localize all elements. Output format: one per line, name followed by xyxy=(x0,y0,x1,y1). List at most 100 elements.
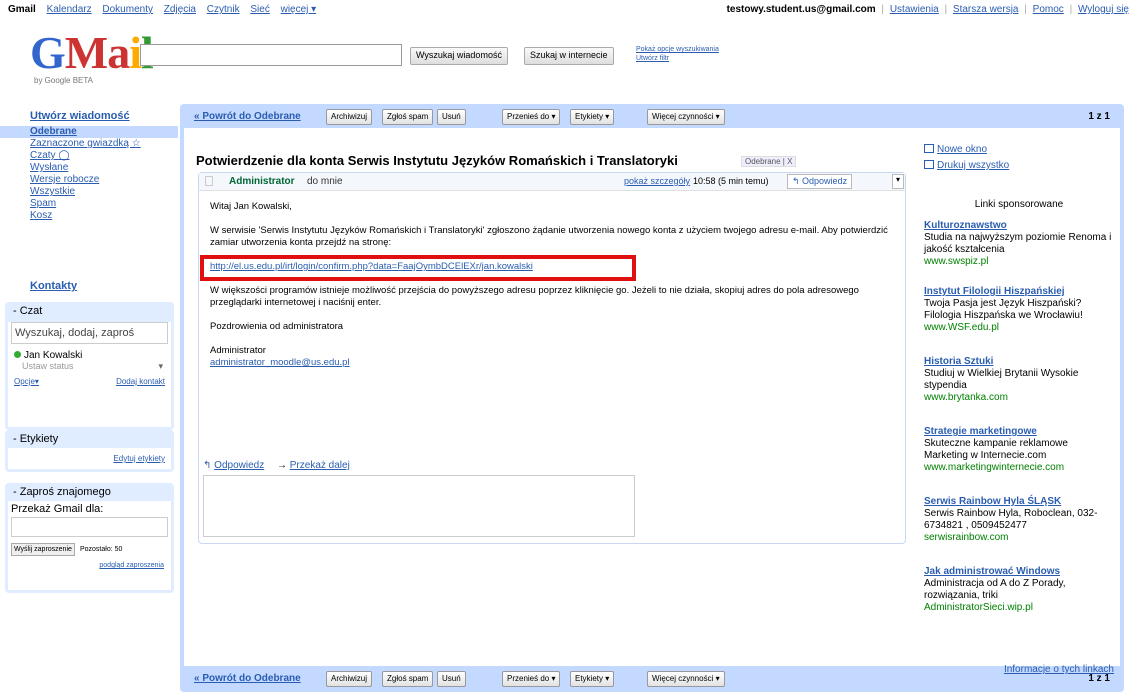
ad-url[interactable]: www.brytanka.com xyxy=(924,392,1114,404)
ad-item[interactable]: Jak administrować Windows Administracja … xyxy=(924,566,1114,614)
ad-item[interactable]: Strategie marketingowe Skuteczne kampani… xyxy=(924,426,1114,474)
message-view: Potwierdzenie dla konta Serwis Instytutu… xyxy=(184,128,1120,675)
ad-url[interactable]: www.swspiz.pl xyxy=(924,256,1114,268)
topbar-link-more[interactable]: więcej ▾ xyxy=(281,4,317,15)
account-email: testowy.student.us@gmail.com xyxy=(726,4,876,15)
labels-button[interactable]: Etykiety ▾ xyxy=(570,671,615,687)
ad-url[interactable]: serwisrainbow.com xyxy=(924,532,1114,544)
ad-title[interactable]: Jak administrować Windows xyxy=(924,566,1114,578)
gmail-logo[interactable]: GMail by Google BETA xyxy=(30,28,154,90)
new-window-link[interactable]: Nowe okno xyxy=(937,144,987,155)
add-contact-link[interactable]: Dodaj kontakt xyxy=(116,377,165,386)
ad-url[interactable]: www.marketingwinternecie.com xyxy=(924,462,1114,474)
folder-spam[interactable]: Spam xyxy=(0,198,178,210)
archive-button[interactable]: Archiwizuj xyxy=(326,671,373,687)
search-mail-button[interactable]: Wyszukaj wiadomość xyxy=(410,47,508,65)
ad-title[interactable]: Instytut Filologii Hiszpańskiej xyxy=(924,286,1114,298)
topbar-link-photos[interactable]: Zdjęcia xyxy=(164,4,196,15)
ad-item[interactable]: Serwis Rainbow Hyla ŚLĄSK Serwis Rainbow… xyxy=(924,496,1114,544)
report-spam-button[interactable]: Zgłoś spam xyxy=(382,109,434,125)
signature-email-link[interactable]: administrator_moodle@us.edu.pl xyxy=(210,357,900,369)
message-header[interactable]: Administrator do mnie pokaż szczegóły 10… xyxy=(199,173,905,191)
print-all-action[interactable]: Drukuj wszystko xyxy=(924,160,1009,171)
reply-button[interactable]: ↰ Odpowiedz xyxy=(787,174,853,189)
back-to-inbox-link[interactable]: « Powrót do Odebrane xyxy=(194,111,301,122)
logout-link[interactable]: Wyloguj się xyxy=(1078,4,1129,15)
invites-remaining: Pozostało: 50 xyxy=(79,546,123,553)
ad-desc: Studiuj w Wielkiej Brytanii Wysokie styp… xyxy=(924,368,1079,391)
delete-button[interactable]: Usuń xyxy=(437,671,466,687)
ad-item[interactable]: Instytut Filologii Hiszpańskiej Twoja Pa… xyxy=(924,286,1114,334)
topbar-link-docs[interactable]: Dokumenty xyxy=(102,4,153,15)
delete-button[interactable]: Usuń xyxy=(437,109,466,125)
topbar-link-gmail[interactable]: Gmail xyxy=(8,4,36,15)
greeting: Witaj Jan Kowalski, xyxy=(210,201,292,212)
folder-chats[interactable]: Czaty ◯ xyxy=(0,150,178,162)
older-version-link[interactable]: Starsza wersja xyxy=(953,4,1019,15)
labels-box: - Etykiety Edytuj etykiety xyxy=(5,430,174,472)
topbar-link-reader[interactable]: Czytnik xyxy=(207,4,240,15)
more-actions-button[interactable]: Więcej czynności ▾ xyxy=(647,671,725,687)
labels-inner: Edytuj etykiety xyxy=(8,448,171,469)
folder-sent[interactable]: Wysłane xyxy=(0,162,178,174)
ad-url[interactable]: www.WSF.edu.pl xyxy=(924,322,1114,334)
ad-title[interactable]: Serwis Rainbow Hyla ŚLĄSK xyxy=(924,496,1114,508)
ad-item[interactable]: Kulturoznawstwo Studia na najwyższym poz… xyxy=(924,220,1114,268)
topbar-link-calendar[interactable]: Kalendarz xyxy=(47,4,92,15)
ad-title[interactable]: Strategie marketingowe xyxy=(924,426,1114,438)
ad-desc: Administracja od A do Z Porady, rozwiąza… xyxy=(924,578,1066,601)
move-to-button[interactable]: Przenieś do ▾ xyxy=(502,109,561,125)
contacts-link[interactable]: Kontakty xyxy=(30,280,77,292)
chat-status-select[interactable]: Ustaw status ▾ xyxy=(8,361,171,371)
labels-header[interactable]: - Etykiety xyxy=(5,430,174,448)
edit-labels-link[interactable]: Edytuj etykiety xyxy=(8,448,171,469)
search-input[interactable] xyxy=(140,44,402,66)
topbar-link-web[interactable]: Sieć xyxy=(250,4,269,15)
move-to-button[interactable]: Przenieś do ▾ xyxy=(502,671,561,687)
star-icon[interactable] xyxy=(205,176,213,186)
chat-header[interactable]: - Czat xyxy=(5,302,174,320)
new-window-action[interactable]: Nowe okno xyxy=(924,144,987,155)
labels-button[interactable]: Etykiety ▾ xyxy=(570,109,615,125)
quick-reply-box[interactable] xyxy=(203,475,635,537)
search-web-button[interactable]: Szukaj w internecie xyxy=(524,47,614,65)
send-invite-button[interactable]: Wyślij zaproszenie xyxy=(11,543,75,556)
folder-trash[interactable]: Kosz xyxy=(0,210,178,222)
ad-title[interactable]: Historia Sztuki xyxy=(924,356,1114,368)
folder-starred[interactable]: Zaznaczone gwiazdką ☆ xyxy=(0,138,178,150)
folder-inbox[interactable]: Odebrane xyxy=(0,126,178,138)
chat-options-link[interactable]: Opcje▾ xyxy=(14,377,39,386)
paging-indicator: 1 z 1 xyxy=(1088,673,1110,684)
search-options-link[interactable]: Pokaż opcje wyszukiwania xyxy=(636,45,719,54)
invite-email-input[interactable] xyxy=(11,517,168,537)
help-link[interactable]: Pomoc xyxy=(1033,4,1064,15)
ad-url[interactable]: AdministratorSieci.wip.pl xyxy=(924,602,1114,614)
ad-desc: Studia na najwyższym poziomie Renoma i j… xyxy=(924,232,1112,255)
ad-item[interactable]: Historia Sztuki Studiuj w Wielkiej Bryta… xyxy=(924,356,1114,404)
compose-link[interactable]: Utwórz wiadomość xyxy=(30,110,130,122)
print-all-link[interactable]: Drukuj wszystko xyxy=(937,160,1009,171)
chat-search-input[interactable]: Wyszukaj, dodaj, zaproś xyxy=(11,322,168,344)
chat-box: - Czat Wyszukaj, dodaj, zaproś Jan Kowal… xyxy=(5,302,174,430)
more-actions-button[interactable]: Więcej czynności ▾ xyxy=(647,109,725,125)
invite-preview-link[interactable]: podgląd zaproszenia xyxy=(11,562,168,569)
chat-user[interactable]: Jan Kowalski xyxy=(8,346,171,361)
reply-link[interactable]: Odpowiedz xyxy=(214,460,264,471)
report-spam-button[interactable]: Zgłoś spam xyxy=(382,671,434,687)
logo-text: GMail xyxy=(30,27,154,78)
invite-header[interactable]: - Zaproś znajomego xyxy=(5,483,174,501)
folder-all[interactable]: Wszystkie xyxy=(0,186,178,198)
folder-drafts[interactable]: Wersje robocze xyxy=(0,174,178,186)
label-chip[interactable]: Odebrane | X xyxy=(741,156,797,167)
more-options-button[interactable]: ▾ xyxy=(892,174,904,189)
ad-title[interactable]: Kulturoznawstwo xyxy=(924,220,1114,232)
confirm-link-wrap: http://el.us.edu.pl/irt/login/confirm.ph… xyxy=(200,255,636,281)
create-filter-link[interactable]: Utwórz filtr xyxy=(636,54,719,63)
signature-name: Administrator xyxy=(210,345,266,356)
archive-button[interactable]: Archiwizuj xyxy=(326,109,373,125)
back-to-inbox-link[interactable]: « Powrót do Odebrane xyxy=(194,673,301,684)
print-icon xyxy=(924,160,934,169)
forward-link[interactable]: Przekaż dalej xyxy=(290,460,350,471)
show-details-link[interactable]: pokaż szczegóły xyxy=(624,176,690,186)
settings-link[interactable]: Ustawienia xyxy=(890,4,939,15)
